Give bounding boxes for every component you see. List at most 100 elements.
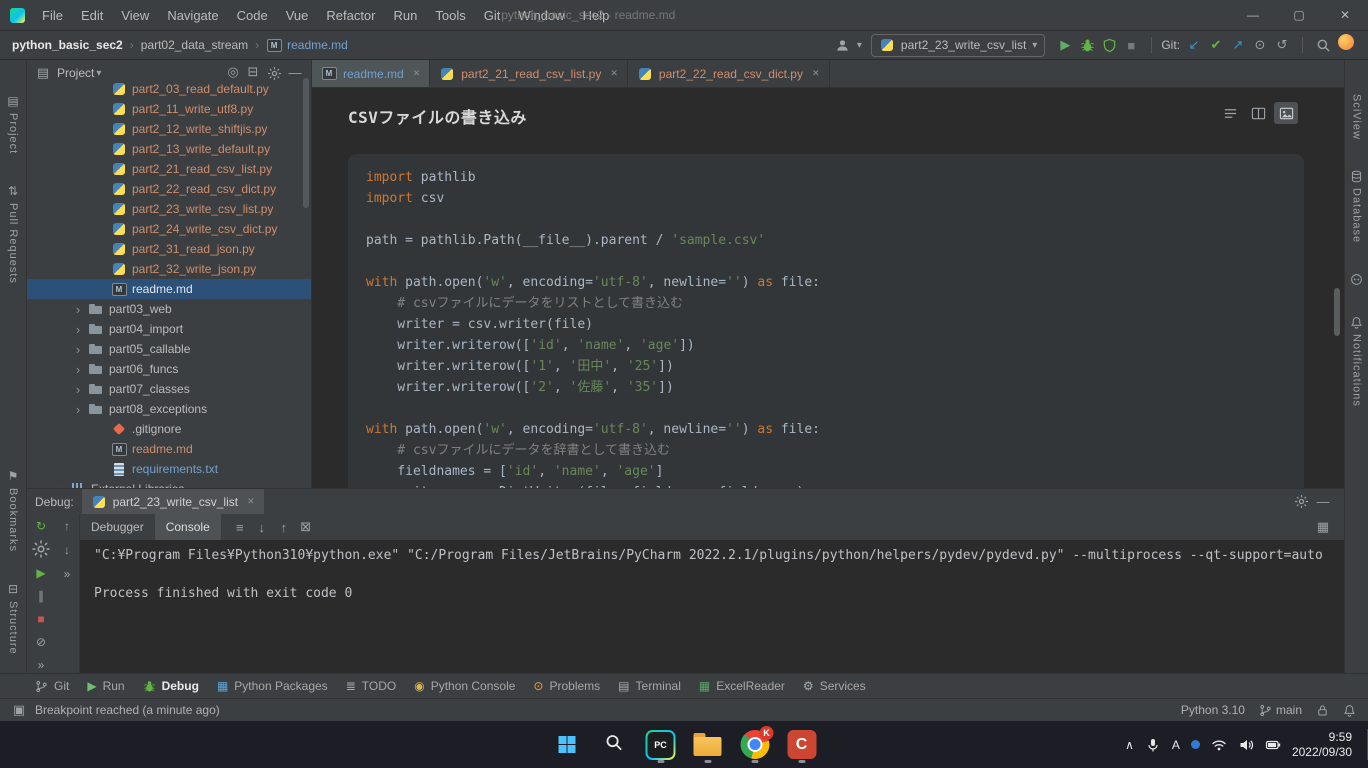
debug-session-tab[interactable]: part2_23_write_csv_list ✕ [82, 489, 264, 514]
taskbar-clock[interactable]: 9:59 2022/09/30 [1292, 730, 1352, 760]
clear-console-button[interactable]: ⊠ [295, 516, 317, 538]
tree-item-requirements.txt[interactable]: requirements.txt [27, 459, 311, 479]
menu-view[interactable]: View [112, 1, 158, 30]
toolwindow-button-terminal[interactable]: ▤Terminal [609, 674, 690, 698]
toolwindow-button-todo[interactable]: ≣TODO [337, 674, 406, 698]
git-branch-widget[interactable]: main [1259, 703, 1302, 717]
tool-stripe-button-database[interactable]: Database [1350, 170, 1363, 243]
tree-item-part08_exceptions[interactable]: ›part08_exceptions [27, 399, 311, 419]
toolwindow-button-run[interactable]: ▶Run [78, 674, 133, 698]
commit-button[interactable]: ✔ [1205, 34, 1227, 56]
tree-item-part2_11_write_utf8.py[interactable]: part2_11_write_utf8.py [27, 99, 311, 119]
account-avatar[interactable] [1338, 34, 1354, 50]
tree-item-part2_21_read_csv_list.py[interactable]: part2_21_read_csv_list.py [27, 159, 311, 179]
pycharm-app[interactable] [641, 725, 681, 765]
debug-settings-button[interactable] [31, 540, 51, 558]
project-panel-title[interactable]: Project [57, 66, 94, 80]
debug-tab-console[interactable]: Console [155, 514, 221, 540]
menu-navigate[interactable]: Navigate [158, 1, 227, 30]
tree-scrollbar[interactable] [303, 78, 309, 208]
rollback-button[interactable]: ↺ [1271, 34, 1293, 56]
toolwindow-button-services[interactable]: ⚙Services [794, 674, 875, 698]
search-everywhere-button[interactable] [1312, 34, 1334, 56]
tree-item-part03_web[interactable]: ›part03_web [27, 299, 311, 319]
menu-tools[interactable]: Tools [426, 1, 474, 30]
tree-item-part06_funcs[interactable]: ›part06_funcs [27, 359, 311, 379]
minimize-panel-icon[interactable]: — [1312, 491, 1334, 513]
tree-item-part2_31_read_json.py[interactable]: part2_31_read_json.py [27, 239, 311, 259]
push-button[interactable]: ↗ [1227, 34, 1249, 56]
close-icon[interactable]: ✕ [812, 68, 820, 79]
scroll-down-button[interactable]: ↓ [251, 516, 273, 538]
tree-item-External Libraries[interactable]: ›External Libraries [27, 479, 311, 488]
scroll-up-button[interactable]: ↑ [273, 516, 295, 538]
menu-run[interactable]: Run [385, 1, 427, 30]
tool-stripe-button-bookmarks[interactable]: ⚑Bookmarks [7, 469, 19, 552]
breadcrumb-item[interactable]: python_basic_sec2 [10, 38, 125, 52]
more-button[interactable]: » [57, 565, 77, 583]
volume-icon[interactable] [1238, 737, 1254, 753]
battery-icon[interactable] [1265, 737, 1281, 753]
breadcrumb-item[interactable]: part02_data_stream [139, 38, 250, 52]
chrome-app[interactable]: K [735, 725, 775, 765]
mute-breakpoints-button[interactable]: ⊘ [31, 633, 51, 650]
tree-item-part2_22_read_csv_dict.py[interactable]: part2_22_read_csv_dict.py [27, 179, 311, 199]
close-icon[interactable]: ✕ [1322, 0, 1368, 30]
tool-stripe-button-project[interactable]: ▤Project [7, 94, 19, 154]
close-icon[interactable]: ✕ [247, 496, 255, 507]
step-up-button[interactable]: ↑ [57, 517, 77, 535]
menu-vue[interactable]: Vue [277, 1, 318, 30]
toolwindow-button-excelreader[interactable]: ▦ExcelReader [690, 674, 794, 698]
menu-code[interactable]: Code [228, 1, 277, 30]
soft-wrap-button[interactable]: ≡ [229, 516, 251, 538]
editor-scrollbar[interactable] [1334, 288, 1340, 336]
split-view-button[interactable] [1246, 102, 1270, 124]
mic-icon[interactable] [1145, 737, 1161, 753]
tree-item-readme.md[interactable]: readme.md [27, 439, 311, 459]
tree-item-.gitignore[interactable]: .gitignore [27, 419, 311, 439]
c-app[interactable]: C [782, 725, 822, 765]
debug-tab-debugger[interactable]: Debugger [80, 514, 155, 540]
step-down-button[interactable]: ↓ [57, 541, 77, 559]
close-icon[interactable]: ✕ [610, 68, 618, 79]
tree-item-part2_24_write_csv_dict.py[interactable]: part2_24_write_csv_dict.py [27, 219, 311, 239]
toolwindow-button-python-packages[interactable]: ▦Python Packages [208, 674, 337, 698]
settings-gear-icon[interactable] [1290, 491, 1312, 513]
tool-stripe-button-notifications[interactable]: Notifications [1350, 316, 1363, 407]
toolwindow-button-problems[interactable]: ⊙Problems [524, 674, 609, 698]
maximize-icon[interactable]: ▢ [1276, 0, 1322, 30]
user-dropdown-icon[interactable] [832, 34, 854, 56]
hidden-icons-button[interactable]: ∧ [1125, 738, 1134, 752]
tree-item-part2_32_write_json.py[interactable]: part2_32_write_json.py [27, 259, 311, 279]
editor-tab-part2_22_read_csv_dict.py[interactable]: part2_22_read_csv_dict.py✕ [628, 60, 830, 87]
menu-edit[interactable]: Edit [72, 1, 112, 30]
debug-layout-icon[interactable]: ▦ [1312, 516, 1344, 538]
menu-refactor[interactable]: Refactor [317, 1, 384, 30]
tool-stripe-button-structure[interactable]: ⊟Structure [7, 582, 19, 655]
more-options-button[interactable]: » [31, 656, 51, 673]
tree-item-part07_classes[interactable]: ›part07_classes [27, 379, 311, 399]
search-button[interactable] [594, 725, 634, 765]
run-configuration-select[interactable]: part2_23_write_csv_list ▾ [871, 34, 1045, 57]
ime-indicator[interactable]: A [1172, 738, 1180, 752]
lock-icon[interactable] [1316, 704, 1329, 717]
breadcrumb-item[interactable]: readme.md [264, 37, 350, 53]
explorer-app[interactable] [688, 725, 728, 765]
start-button[interactable] [547, 725, 587, 765]
stop-debug-button[interactable]: ■ [31, 610, 51, 627]
chevron-down-icon[interactable]: ▾ [96, 68, 101, 79]
resume-button[interactable]: ▶ [31, 564, 51, 581]
toolwindow-button-git[interactable]: Git [26, 674, 78, 698]
show-preview-button[interactable] [1274, 102, 1298, 124]
python-interpreter-widget[interactable]: Python 3.10 [1181, 703, 1245, 717]
notifications-bell-icon[interactable] [1343, 704, 1356, 717]
show-editor-button[interactable] [1218, 102, 1242, 124]
debug-button[interactable] [1076, 34, 1098, 56]
tree-item-part05_callable[interactable]: ›part05_callable [27, 339, 311, 359]
status-dot-icon[interactable] [1191, 740, 1200, 749]
tree-item-part04_import[interactable]: ›part04_import [27, 319, 311, 339]
history-button[interactable]: ⊙ [1249, 34, 1271, 56]
tree-item-readme.md[interactable]: readme.md [27, 279, 311, 299]
tree-item-part2_12_write_shiftjis.py[interactable]: part2_12_write_shiftjis.py [27, 119, 311, 139]
rerun-button[interactable]: ↻ [31, 517, 51, 534]
